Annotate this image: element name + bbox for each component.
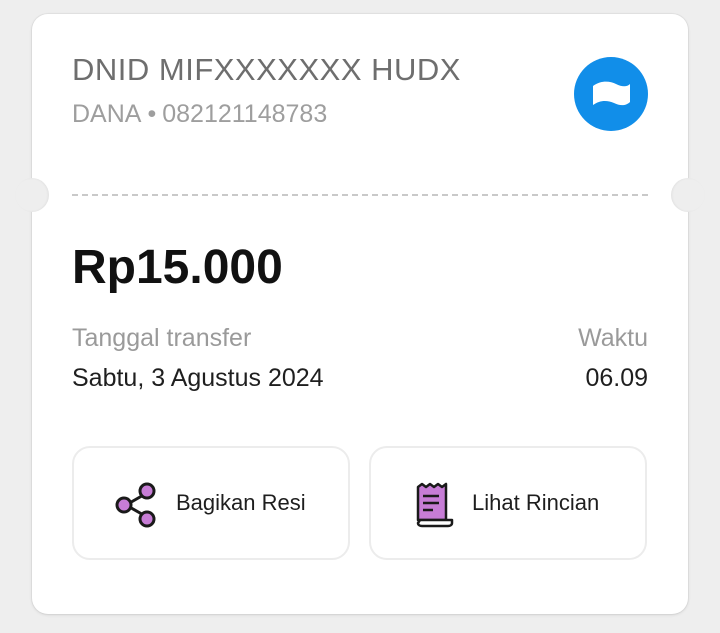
provider-name: DANA <box>72 100 142 128</box>
transfer-time-label: Waktu <box>578 324 648 352</box>
recipient-account-line: DANA • 082121148783 <box>72 100 327 129</box>
transfer-date-label: Tanggal transfer <box>72 324 252 352</box>
share-receipt-label: Bagikan Resi <box>176 490 306 515</box>
ticket-notch-left <box>15 178 49 212</box>
recipient-name: DNID MIFXXXXXXX HUDX <box>72 52 461 87</box>
dashed-divider <box>72 194 648 196</box>
dana-logo-icon <box>574 57 648 131</box>
transfer-receipt-card: DNID MIFXXXXXXX HUDX DANA • 082121148783 R… <box>15 14 705 614</box>
receipt-icon <box>411 482 457 528</box>
transfer-time-value: 06.09 <box>585 364 648 392</box>
view-details-button[interactable]: Lihat Rincian <box>369 446 647 560</box>
share-icon <box>114 482 160 528</box>
transfer-amount: Rp15.000 <box>72 241 283 294</box>
view-details-label: Lihat Rincian <box>472 490 600 515</box>
account-number: 082121148783 <box>162 100 328 128</box>
transfer-date-value: Sabtu, 3 Agustus 2024 <box>72 364 324 392</box>
share-receipt-button[interactable]: Bagikan Resi <box>72 446 350 560</box>
ticket-notch-right <box>671 178 705 212</box>
separator-dot: • <box>147 100 157 128</box>
